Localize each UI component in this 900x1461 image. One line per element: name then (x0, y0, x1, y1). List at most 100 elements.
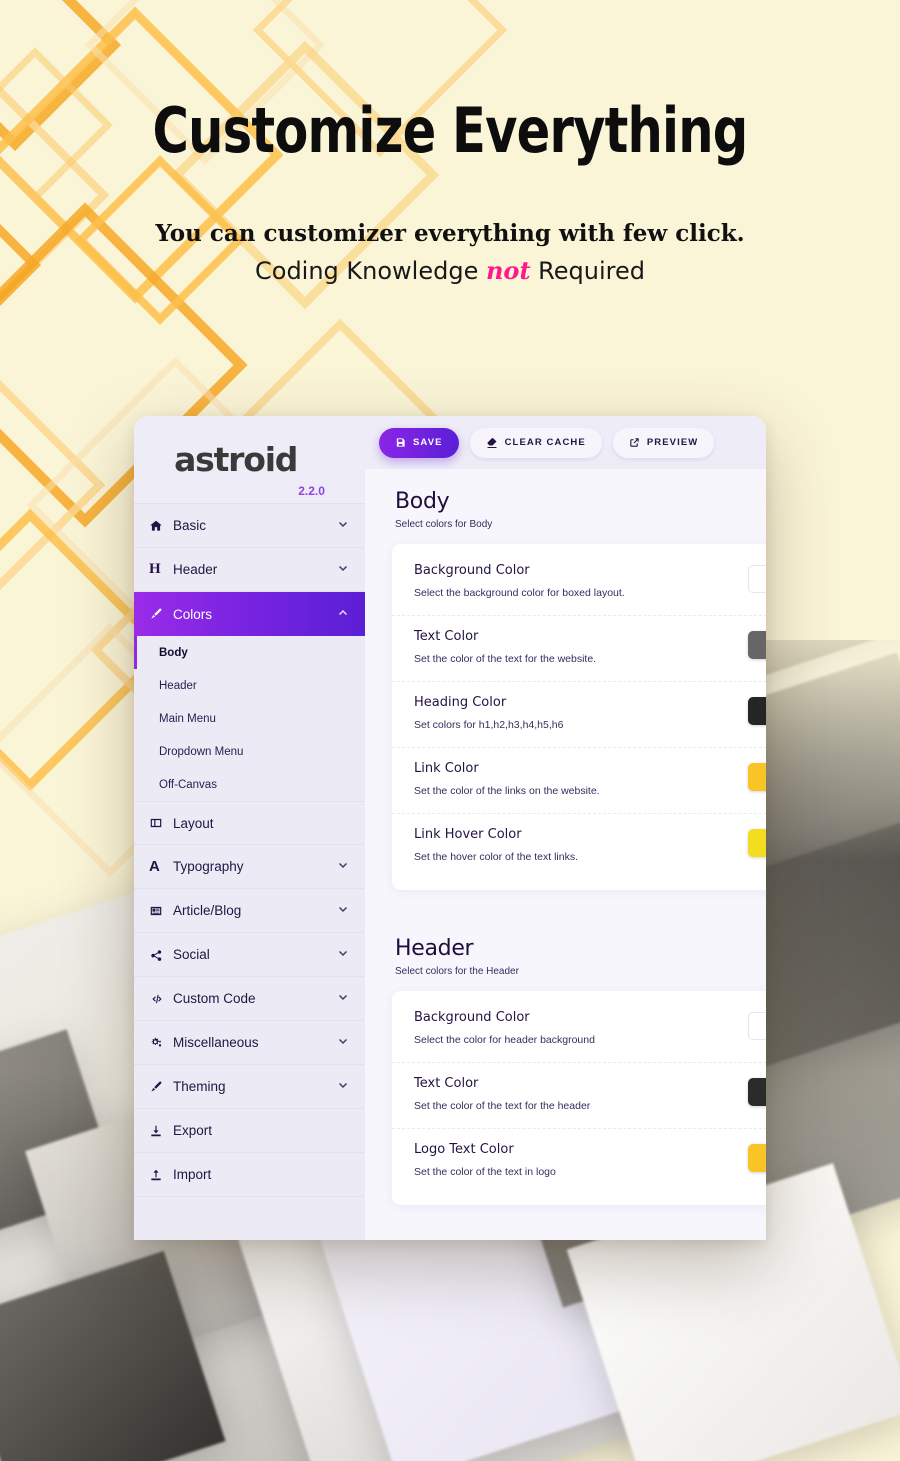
setting-description: Set the color of the text for the websit… (414, 653, 597, 665)
sidebar-item-layout[interactable]: Layout (134, 801, 365, 845)
setting-row-body-link-hover-color[interactable]: Link Hover Color Set the hover color of … (392, 814, 766, 880)
floppy-disk-icon (395, 437, 406, 448)
hero-sub2-after: Required (530, 257, 645, 286)
color-swatch[interactable] (748, 763, 766, 791)
color-swatch[interactable] (748, 1078, 766, 1106)
sidebar-item-header-label: Header (173, 562, 218, 577)
setting-description: Set the hover color of the text links. (414, 851, 579, 863)
brand-name: astroid (174, 440, 298, 479)
sidebar-item-social-label: Social (173, 947, 210, 962)
sidebar-item-import[interactable]: Import (134, 1153, 365, 1197)
sidebar-subitem-off-canvas[interactable]: Off-Canvas (134, 768, 365, 801)
chevron-up-icon (337, 607, 349, 622)
sidebar-item-social[interactable]: Social (134, 933, 365, 977)
sidebar-item-miscellaneous[interactable]: Miscellaneous (134, 1021, 365, 1065)
clear-cache-button-label: CLEAR CACHE (504, 437, 586, 448)
setting-row-body-link-color[interactable]: Link Color Set the color of the links on… (392, 748, 766, 814)
save-button-label: SAVE (413, 437, 443, 448)
chevron-down-icon (337, 903, 349, 918)
hero-subtitle-line1: You can customizer everything with few c… (155, 220, 745, 248)
eraser-icon (486, 437, 498, 449)
sidebar-item-layout-label: Layout (173, 815, 214, 831)
setting-description: Set the color of the text in logo (414, 1166, 556, 1178)
sidebar-item-custom-code-label: Custom Code (173, 991, 256, 1006)
sidebar-item-theming[interactable]: Theming (134, 1065, 365, 1109)
clear-cache-button[interactable]: CLEAR CACHE (469, 427, 602, 458)
settings-card-header: Background Color Select the color for he… (392, 991, 766, 1205)
setting-row-header-logo-text-color[interactable]: Logo Text Color Set the color of the tex… (392, 1129, 766, 1195)
section-desc-header: Select colors for the Header (395, 966, 519, 977)
page-title: Customize Everything (152, 94, 749, 167)
hero-section: Customize Everything You can customizer … (0, 98, 900, 285)
section-desc-body: Select colors for Body (395, 519, 493, 530)
section-header-header: Header Select colors for the Header (365, 916, 766, 991)
sidebar-item-theming-label: Theming (173, 1079, 226, 1094)
settings-scroll-area[interactable]: Body Select colors for Body Background C… (365, 469, 766, 1240)
sidebar-item-basic-label: Basic (173, 518, 207, 533)
sidebar-item-article-blog-label: Article/Blog (173, 903, 242, 918)
setting-description: Set colors for h1,h2,h3,h4,h5,h6 (414, 719, 564, 731)
chevron-down-icon (337, 1035, 349, 1050)
article-icon (149, 904, 169, 918)
color-swatch[interactable] (748, 829, 766, 857)
save-button[interactable]: SAVE (379, 427, 459, 458)
color-swatch[interactable] (748, 631, 766, 659)
chevron-down-icon (337, 991, 349, 1006)
chevron-down-icon (337, 562, 349, 577)
setting-row-body-heading-color[interactable]: Heading Color Set colors for h1,h2,h3,h4… (392, 682, 766, 748)
columns-icon (149, 816, 169, 830)
sidebar: astroid 2.2.0 Basic H Header Colors Body… (134, 416, 365, 1240)
paintbrush-icon (149, 607, 169, 621)
sidebar-subitem-header[interactable]: Header (134, 669, 365, 702)
color-swatch[interactable] (748, 565, 766, 593)
sidebar-item-basic[interactable]: Basic (134, 504, 365, 548)
sidebar-item-colors[interactable]: Colors (134, 592, 365, 636)
setting-title: Text Color (414, 1076, 479, 1091)
setting-description: Select the color for header background (414, 1034, 595, 1046)
setting-description: Set the color of the links on the websit… (414, 785, 600, 797)
content-panel: SAVE CLEAR CACHE PREVIEW Body Select col… (365, 416, 766, 1240)
hero-sub2-emphasis: not (485, 256, 531, 286)
sidebar-nav: Basic H Header Colors Body Header Main M… (134, 504, 365, 1240)
sidebar-subitem-body[interactable]: Body (134, 636, 365, 669)
sidebar-item-typography[interactable]: A Typography (134, 845, 365, 889)
hero-subtitle-line2: Coding Knowledge not Required (0, 256, 900, 285)
chevron-down-icon (337, 947, 349, 962)
paintbrush-icon (149, 1080, 169, 1094)
color-swatch[interactable] (748, 1012, 766, 1040)
sidebar-item-article-blog[interactable]: Article/Blog (134, 889, 365, 933)
chevron-down-icon (337, 518, 349, 533)
sidebar-subitem-dropdown-menu[interactable]: Dropdown Menu (134, 735, 365, 768)
astroid-admin-window: astroid 2.2.0 Basic H Header Colors Body… (134, 416, 766, 1240)
sidebar-item-export[interactable]: Export (134, 1109, 365, 1153)
setting-title: Link Color (414, 761, 479, 776)
setting-row-header-text-color[interactable]: Text Color Set the color of the text for… (392, 1063, 766, 1129)
setting-title: Background Color (414, 563, 530, 578)
color-swatch[interactable] (748, 697, 766, 725)
setting-title: Link Hover Color (414, 827, 522, 842)
sidebar-item-typography-label: Typography (173, 859, 244, 874)
setting-row-header-background-color[interactable]: Background Color Select the color for he… (392, 997, 766, 1063)
sidebar-subitem-main-menu[interactable]: Main Menu (134, 702, 365, 735)
setting-row-body-background-color[interactable]: Background Color Select the background c… (392, 550, 766, 616)
home-icon (149, 519, 169, 533)
setting-title: Logo Text Color (414, 1142, 514, 1157)
gears-icon (149, 1036, 169, 1050)
sidebar-item-miscellaneous-label: Miscellaneous (173, 1035, 259, 1050)
setting-description: Set the color of the text for the header (414, 1100, 591, 1112)
section-header-body: Body Select colors for Body (365, 469, 766, 544)
sidebar-item-header[interactable]: H Header (134, 548, 365, 592)
download-icon (149, 1124, 169, 1138)
sidebar-item-import-label: Import (173, 1167, 212, 1182)
sidebar-item-custom-code[interactable]: Custom Code (134, 977, 365, 1021)
color-swatch[interactable] (748, 1144, 766, 1172)
setting-title: Heading Color (414, 695, 507, 710)
preview-button[interactable]: PREVIEW (612, 427, 715, 458)
sidebar-item-colors-label: Colors (173, 606, 213, 622)
brand-version: 2.2.0 (298, 484, 325, 498)
settings-card-body: Background Color Select the background c… (392, 544, 766, 890)
chevron-down-icon (337, 1079, 349, 1094)
setting-row-body-text-color[interactable]: Text Color Set the color of the text for… (392, 616, 766, 682)
brand-logo[interactable]: astroid 2.2.0 (134, 416, 365, 504)
sidebar-item-export-label: Export (173, 1123, 213, 1138)
